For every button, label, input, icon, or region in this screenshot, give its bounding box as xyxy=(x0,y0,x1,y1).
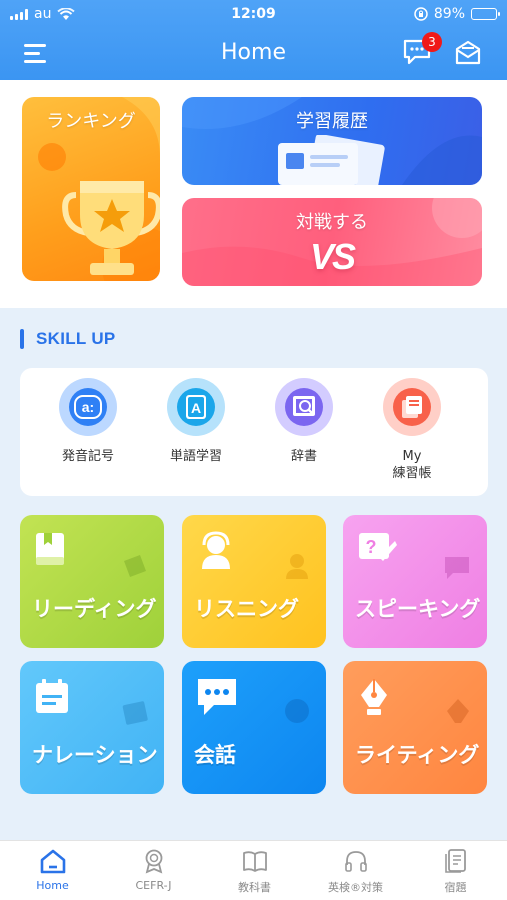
headset-icon xyxy=(202,531,230,569)
tile-label: 会話 xyxy=(194,743,236,767)
tab-label: 宿題 xyxy=(444,881,467,894)
battery-icon xyxy=(471,8,500,20)
speech-icon: ? xyxy=(359,533,397,561)
notification-badge: 3 xyxy=(422,32,442,52)
vs-logo: VS xyxy=(309,236,356,277)
vocabulary-icon: A xyxy=(167,378,225,436)
trophy-icon xyxy=(62,181,160,275)
heading-accent-bar xyxy=(20,329,24,349)
pronunciation-glyph: a: xyxy=(74,395,102,419)
tool-label: My 練習帳 xyxy=(392,449,432,481)
history-title: 学習履歴 xyxy=(296,111,368,132)
book-watermark-icon xyxy=(124,555,146,577)
pen-icon xyxy=(361,679,387,715)
homework-icon xyxy=(444,849,466,873)
chat-watermark-icon xyxy=(285,699,309,723)
battle-card[interactable]: 対戦する VS xyxy=(182,198,482,286)
status-bar: au 12:09 89% xyxy=(0,0,507,28)
app-header: au 12:09 89% Home 3 xyxy=(0,0,507,80)
home-icon xyxy=(40,849,65,874)
tool-vocabulary[interactable]: A 単語学習 xyxy=(146,378,246,465)
skill-up-heading: SKILL UP xyxy=(20,328,116,350)
tool-label: 単語学習 xyxy=(169,449,222,464)
tab-textbook[interactable]: 教科書 xyxy=(204,847,305,895)
battle-title: 対戦する xyxy=(296,212,368,233)
tool-notebook[interactable]: My 練習帳 xyxy=(362,378,462,482)
speech-glyph: ? xyxy=(366,537,377,557)
mail-icon xyxy=(455,40,481,65)
tool-pronunciation[interactable]: a: 発音記号 xyxy=(38,378,138,465)
tab-cefr[interactable]: CEFR-J xyxy=(103,847,204,892)
tile-label: ライティング xyxy=(355,743,480,767)
chat-icon xyxy=(198,679,236,715)
tile-label: リーディング xyxy=(32,597,157,621)
ranking-title: ランキング xyxy=(46,111,136,132)
inbox-button[interactable] xyxy=(454,40,482,66)
status-right: 89% xyxy=(414,6,500,22)
tile-writing[interactable]: ライティング xyxy=(343,661,487,794)
tab-label: 教科書 xyxy=(238,881,271,894)
dictionary-icon xyxy=(275,378,333,436)
tile-label: ナレーション xyxy=(32,743,158,767)
tab-homework[interactable]: 宿題 xyxy=(405,847,506,895)
tile-narration[interactable]: ナレーション xyxy=(20,661,164,794)
id-card-icon xyxy=(278,135,385,185)
tile-listening[interactable]: リスニング xyxy=(182,515,326,648)
pronunciation-icon: a: xyxy=(59,378,117,436)
skill-up-title: SKILL UP xyxy=(36,329,116,348)
tile-speaking[interactable]: ? スピーキング xyxy=(343,515,487,648)
headphones-icon xyxy=(344,851,367,872)
tile-conversation[interactable]: 会話 xyxy=(182,661,326,794)
calendar-icon xyxy=(36,679,68,713)
rotation-lock-icon xyxy=(414,7,428,21)
tab-label: 英検®対策 xyxy=(328,881,383,894)
book-icon xyxy=(36,533,64,565)
speech-watermark-icon xyxy=(445,557,469,579)
tab-label: Home xyxy=(36,879,69,892)
textbook-icon xyxy=(242,851,267,872)
feature-panel: ランキング 学習履歴 対戦する VS xyxy=(0,80,507,308)
tool-label: 発音記号 xyxy=(61,449,114,464)
notebook-icon xyxy=(383,378,441,436)
tile-label: スピーキング xyxy=(355,597,481,621)
tool-dictionary[interactable]: 辞書 xyxy=(254,378,354,465)
headset-watermark-icon xyxy=(286,554,308,579)
battery-percent: 89% xyxy=(433,6,465,22)
tile-reading[interactable]: リーディング xyxy=(20,515,164,648)
pen-watermark-icon xyxy=(447,699,469,723)
tab-home[interactable]: Home xyxy=(2,847,103,892)
nav-bar: Home 3 xyxy=(0,32,507,76)
tab-label: CEFR-J xyxy=(135,879,172,892)
tool-label: 辞書 xyxy=(290,449,317,464)
ranking-card[interactable]: ランキング xyxy=(22,97,160,281)
vocabulary-glyph: A xyxy=(191,400,201,416)
tab-eiken[interactable]: 英検®対策 xyxy=(305,847,406,895)
study-tools-panel: a: 発音記号 A 単語学習 辞書 My 練習帳 xyxy=(20,368,488,496)
tab-bar: Home CEFR-J 教科書 英検®対策 宿題 xyxy=(0,840,507,900)
calendar-watermark-icon xyxy=(122,701,148,725)
history-card[interactable]: 学習履歴 xyxy=(182,97,482,185)
tile-label: リスニング xyxy=(194,597,299,621)
award-icon xyxy=(145,849,162,874)
